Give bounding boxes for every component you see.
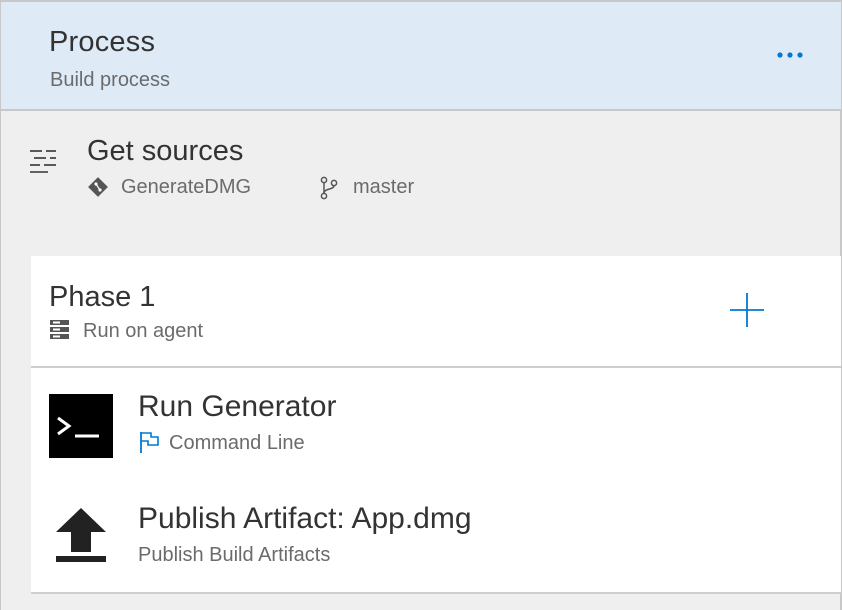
terminal-icon xyxy=(49,394,113,458)
task-subtitle: Publish Build Artifacts xyxy=(138,544,331,566)
server-agent-icon xyxy=(50,320,69,339)
git-branch-icon xyxy=(320,176,338,200)
divider xyxy=(31,592,841,594)
build-pipeline-panel: Process Build process Get sources Genera… xyxy=(0,0,842,610)
flag-icon xyxy=(140,432,159,453)
ellipsis-icon xyxy=(777,52,803,58)
plus-icon[interactable] xyxy=(727,290,767,330)
phase-title: Phase 1 xyxy=(49,281,156,313)
phase-card: Phase 1 Run on agent Run Generator Comma… xyxy=(31,256,841,593)
process-title: Process xyxy=(49,26,156,58)
repository-name: GenerateDMG xyxy=(121,176,252,198)
upload-icon xyxy=(49,502,113,566)
task-title: Publish Artifact: App.dmg xyxy=(138,502,472,535)
phase-header[interactable]: Phase 1 Run on agent xyxy=(31,256,841,368)
get-sources-title[interactable]: Get sources xyxy=(87,135,243,168)
git-repo-icon xyxy=(88,177,108,197)
process-subtitle: Build process xyxy=(50,69,171,91)
process-header[interactable]: Process Build process xyxy=(1,0,841,111)
task-row-run-generator[interactable]: Run Generator Command Line xyxy=(31,368,841,478)
task-row-publish-artifact[interactable]: Publish Artifact: App.dmg Publish Build … xyxy=(31,480,841,590)
list-icon xyxy=(30,150,56,173)
branch-name: master xyxy=(353,176,415,198)
task-title: Run Generator xyxy=(138,390,337,423)
task-subtitle: Command Line xyxy=(169,432,305,454)
phase-subtitle: Run on agent xyxy=(83,320,204,342)
more-options-button[interactable] xyxy=(769,40,811,70)
